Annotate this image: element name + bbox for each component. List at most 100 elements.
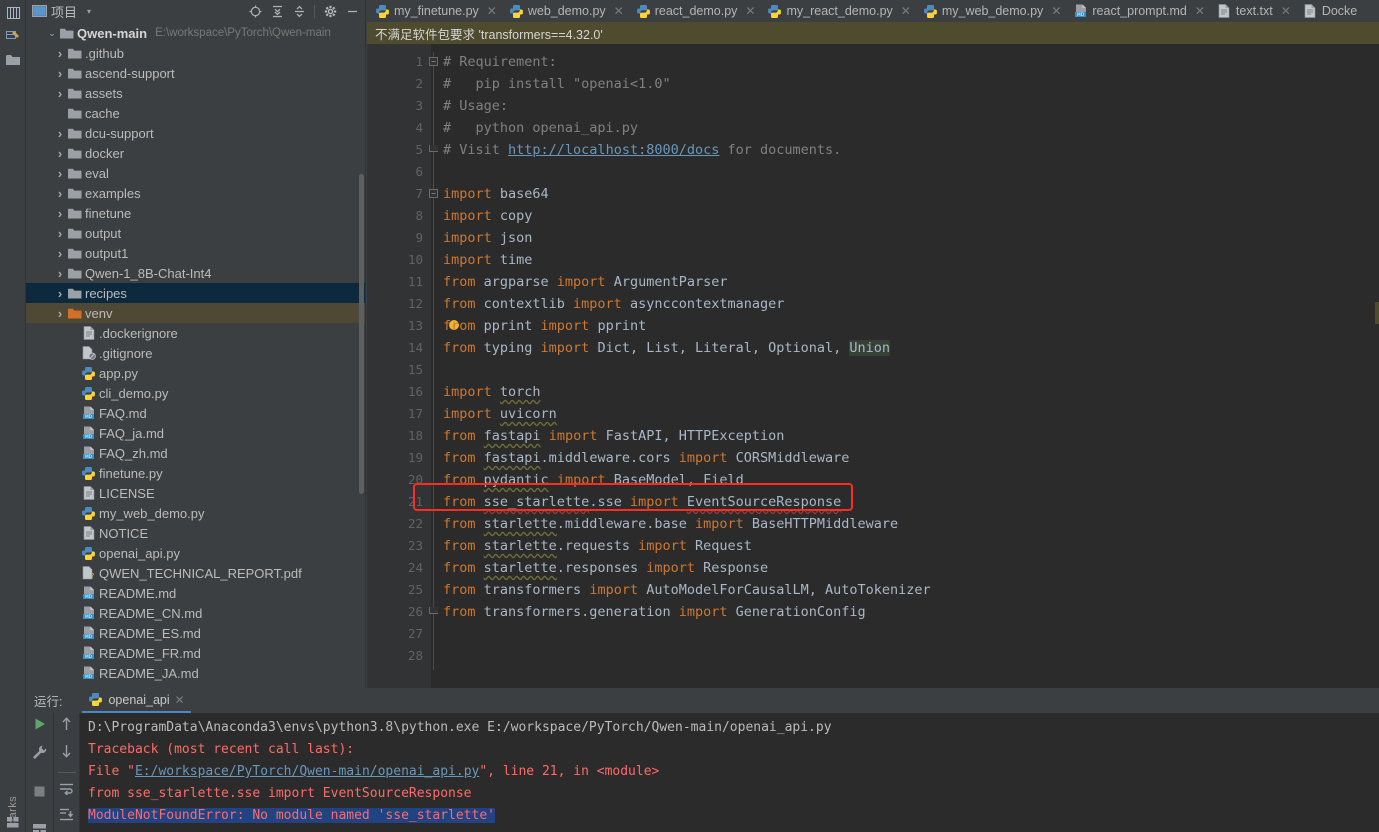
code-line[interactable]: # pip install "openai<1.0" bbox=[443, 73, 671, 95]
close-icon[interactable]: ✕ bbox=[1051, 4, 1061, 18]
chevron-down-icon[interactable]: ⌄ bbox=[46, 28, 58, 39]
close-icon[interactable]: ✕ bbox=[175, 693, 185, 707]
tree-item-readme-es-md[interactable]: MD README_ES.md bbox=[26, 623, 365, 643]
run-icon[interactable] bbox=[33, 717, 47, 736]
editor-code-area[interactable]: 1− # Requirement: 2 # pip install "openai<1… bbox=[408, 44, 1379, 688]
tree-item-recipes[interactable]: › recipes bbox=[26, 283, 365, 303]
tree-item-faq-ja-md[interactable]: MD FAQ_ja.md bbox=[26, 423, 365, 443]
code-line[interactable]: # Usage: bbox=[443, 95, 508, 117]
chevron-right-icon[interactable]: › bbox=[54, 146, 66, 161]
run-tab-openai-api[interactable]: openai_api ✕ bbox=[82, 688, 191, 713]
tree-item-readme-fr-md[interactable]: MD README_FR.md bbox=[26, 643, 365, 663]
wrench-icon[interactable] bbox=[32, 745, 47, 765]
code-line[interactable]: from fastapi.middleware.cors import CORS… bbox=[443, 447, 849, 469]
code-line[interactable]: import copy bbox=[443, 205, 532, 227]
close-icon[interactable]: ✕ bbox=[1195, 4, 1205, 18]
editor-tab-docke[interactable]: Docke bbox=[1295, 0, 1361, 22]
code-line[interactable]: from fastapi import FastAPI, HTTPExcepti… bbox=[443, 425, 784, 447]
fold-end-icon[interactable] bbox=[429, 607, 438, 614]
console-file-link[interactable]: E:/workspace/PyTorch/Qwen-main/openai_ap… bbox=[135, 764, 479, 779]
stop-icon[interactable] bbox=[33, 785, 46, 803]
editor-tab-my-finetune-py[interactable]: my_finetune.py ✕ bbox=[367, 0, 501, 22]
code-line[interactable]: from starlette.requests import Request bbox=[443, 535, 752, 557]
code-editor[interactable]: 1− # Requirement: 2 # pip install "openai<1… bbox=[367, 44, 1379, 688]
chevron-right-icon[interactable]: › bbox=[54, 286, 66, 301]
code-line[interactable]: from transformers.generation import Gene… bbox=[443, 601, 866, 623]
tree-item-examples[interactable]: › examples bbox=[26, 183, 365, 203]
scroll-down-icon[interactable] bbox=[60, 744, 73, 763]
chevron-right-icon[interactable]: › bbox=[54, 126, 66, 141]
bookmarks-icon[interactable] bbox=[0, 24, 26, 46]
close-icon[interactable]: ✕ bbox=[1281, 4, 1291, 18]
code-line[interactable]: from pydantic import BaseModel, Field bbox=[443, 469, 744, 491]
tree-item-finetune-py[interactable]: finetune.py bbox=[26, 463, 365, 483]
tree-item-faq-md[interactable]: MD FAQ.md bbox=[26, 403, 365, 423]
tree-item-output1[interactable]: › output1 bbox=[26, 243, 365, 263]
close-icon[interactable]: ✕ bbox=[901, 4, 911, 18]
tree-item-readme-cn-md[interactable]: MD README_CN.md bbox=[26, 603, 365, 623]
tree-item-cli-demo-py[interactable]: cli_demo.py bbox=[26, 383, 365, 403]
tree-item-license[interactable]: LICENSE bbox=[26, 483, 365, 503]
tree-item-faq-zh-md[interactable]: MD FAQ_zh.md bbox=[26, 443, 365, 463]
editor-tab-react-demo-py[interactable]: react_demo.py ✕ bbox=[628, 0, 760, 22]
chevron-right-icon[interactable]: › bbox=[54, 86, 66, 101]
tree-item-cache[interactable]: cache bbox=[26, 103, 365, 123]
tree-item-docker[interactable]: › docker bbox=[26, 143, 365, 163]
tree-root-row[interactable]: ⌄ Qwen-main E:\workspace\PyTorch\Qwen-ma… bbox=[26, 23, 365, 43]
code-line[interactable]: import torch bbox=[443, 381, 541, 403]
code-line[interactable]: from sse_starlette.sse import EventSourc… bbox=[443, 491, 841, 513]
tree-item-assets[interactable]: › assets bbox=[26, 83, 365, 103]
code-line[interactable]: from contextlib import asynccontextmanag… bbox=[443, 293, 784, 315]
code-line[interactable]: import base64 bbox=[443, 183, 549, 205]
editor-tab-bar[interactable]: my_finetune.py ✕ web_demo.py ✕ react_demo.py… bbox=[367, 0, 1379, 22]
code-line[interactable]: import json bbox=[443, 227, 532, 249]
editor-tab-text-txt[interactable]: text.txt ✕ bbox=[1209, 0, 1295, 22]
chevron-down-icon[interactable]: ▾ bbox=[87, 7, 91, 16]
code-line[interactable]: # python openai_api.py bbox=[443, 117, 638, 139]
chevron-right-icon[interactable]: › bbox=[54, 246, 66, 261]
project-files-icon[interactable] bbox=[0, 49, 26, 71]
chevron-right-icon[interactable]: › bbox=[54, 266, 66, 281]
chevron-right-icon[interactable]: › bbox=[54, 166, 66, 181]
tree-item-dcu-support[interactable]: › dcu-support bbox=[26, 123, 365, 143]
scroll-end-icon[interactable] bbox=[59, 808, 74, 826]
chevron-right-icon[interactable]: › bbox=[54, 306, 66, 321]
tree-item-app-py[interactable]: app.py bbox=[26, 363, 365, 383]
close-icon[interactable]: ✕ bbox=[745, 4, 755, 18]
tree-item-finetune[interactable]: › finetune bbox=[26, 203, 365, 223]
tree-item-openai-api-py[interactable]: openai_api.py bbox=[26, 543, 365, 563]
tree-item-readme-ja-md[interactable]: MD README_JA.md bbox=[26, 663, 365, 683]
structure-icon[interactable] bbox=[0, 2, 26, 24]
tree-item-dockerignore[interactable]: .dockerignore bbox=[26, 323, 365, 343]
code-line[interactable]: # Visit http://localhost:8000/docs for d… bbox=[443, 139, 841, 161]
code-line[interactable]: from pprint import pprint bbox=[443, 315, 646, 337]
layout-icon[interactable] bbox=[32, 823, 47, 832]
tree-scrollbar[interactable] bbox=[359, 174, 364, 494]
run-console-output[interactable]: D:\ProgramData\Anaconda3\envs\python3.8\… bbox=[80, 713, 1379, 832]
hide-panel-icon[interactable] bbox=[342, 1, 362, 21]
tree-item-github[interactable]: › .github bbox=[26, 43, 365, 63]
tree-item-eval[interactable]: › eval bbox=[26, 163, 365, 183]
editor-tab-react-prompt-md[interactable]: MD react_prompt.md ✕ bbox=[1065, 0, 1209, 22]
editor-tab-my-web-demo-py[interactable]: my_web_demo.py ✕ bbox=[915, 0, 1066, 22]
tree-item-ascend-support[interactable]: › ascend-support bbox=[26, 63, 365, 83]
project-file-tree[interactable]: ⌄ Qwen-main E:\workspace\PyTorch\Qwen-ma… bbox=[26, 22, 365, 688]
chevron-right-icon[interactable]: › bbox=[54, 206, 66, 221]
close-icon[interactable]: ✕ bbox=[487, 4, 497, 18]
tree-item-my-web-demo-py[interactable]: my_web_demo.py bbox=[26, 503, 365, 523]
tree-item-output[interactable]: › output bbox=[26, 223, 365, 243]
editor-tab-my-react-demo-py[interactable]: my_react_demo.py ✕ bbox=[759, 0, 914, 22]
code-line[interactable]: # Requirement: bbox=[443, 51, 557, 73]
code-line[interactable]: from starlette.middleware.base import Ba… bbox=[443, 513, 898, 535]
chevron-right-icon[interactable]: › bbox=[54, 46, 66, 61]
code-line[interactable]: import time bbox=[443, 249, 532, 271]
code-line[interactable]: import uvicorn bbox=[443, 403, 557, 425]
chevron-right-icon[interactable]: › bbox=[54, 226, 66, 241]
fold-collapse-icon[interactable]: − bbox=[429, 189, 438, 198]
code-line[interactable]: from typing import Dict, List, Literal, … bbox=[443, 337, 891, 359]
collapse-all-icon[interactable] bbox=[289, 1, 309, 21]
chevron-right-icon[interactable]: › bbox=[54, 66, 66, 81]
tree-item-venv[interactable]: › venv bbox=[26, 303, 365, 323]
code-line[interactable]: from starlette.responses import Response bbox=[443, 557, 768, 579]
soft-wrap-icon[interactable] bbox=[59, 782, 74, 800]
